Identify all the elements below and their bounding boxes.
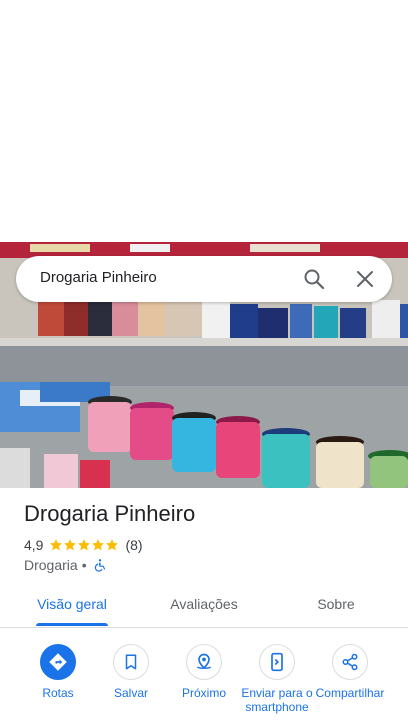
close-icon[interactable] xyxy=(353,267,377,291)
wheelchair-accessible-icon xyxy=(93,558,107,572)
tab-overview[interactable]: Visão geral xyxy=(20,586,124,628)
directions-label: Rotas xyxy=(42,686,74,700)
send-to-phone-label: Enviar para o smartphone xyxy=(241,686,313,714)
share-icon xyxy=(332,644,368,680)
star-icon xyxy=(92,539,105,551)
rating-stars xyxy=(49,538,119,552)
send-to-phone-icon xyxy=(259,644,295,680)
tab-reviews[interactable]: Avaliações xyxy=(152,586,256,628)
tab-about[interactable]: Sobre xyxy=(284,586,388,628)
share-label: Compartilhar xyxy=(315,686,385,700)
search-bar[interactable]: Drogaria Pinheiro xyxy=(16,256,392,302)
directions-button[interactable]: Rotas xyxy=(20,644,96,700)
action-buttons: Rotas Salvar Próximo Enviar para o smart… xyxy=(0,644,408,726)
star-icon xyxy=(64,539,77,551)
tab-bar: Visão geral Avaliações Sobre xyxy=(0,586,408,628)
rating-value: 4,9 xyxy=(24,537,44,553)
send-to-phone-button[interactable]: Enviar para o smartphone xyxy=(239,644,315,714)
place-category[interactable]: Drogaria xyxy=(24,557,78,573)
nearby-icon xyxy=(186,644,222,680)
share-button[interactable]: Compartilhar xyxy=(312,644,388,700)
nearby-label: Próximo xyxy=(181,686,226,700)
save-label: Salvar xyxy=(113,686,148,700)
place-title: Drogaria Pinheiro xyxy=(24,501,196,526)
category-row: Drogaria • xyxy=(24,556,107,574)
star-icon xyxy=(50,539,63,551)
search-input[interactable]: Drogaria Pinheiro xyxy=(40,269,157,286)
separator-dot: • xyxy=(81,557,87,573)
active-tab-indicator xyxy=(36,623,108,626)
directions-icon xyxy=(40,644,76,680)
search-icon[interactable] xyxy=(302,267,326,291)
rating-row[interactable]: 4,9 (8) xyxy=(24,536,143,554)
save-button[interactable]: Salvar xyxy=(93,644,169,700)
map-area xyxy=(0,0,408,242)
nearby-button[interactable]: Próximo xyxy=(166,644,242,700)
review-count[interactable]: (8) xyxy=(125,537,142,553)
star-icon xyxy=(78,539,91,551)
star-icon xyxy=(106,539,119,551)
bookmark-icon xyxy=(113,644,149,680)
